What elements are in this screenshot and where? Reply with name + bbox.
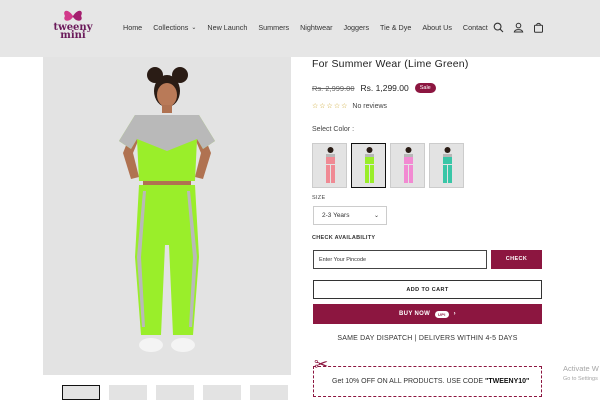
nav-label: Home xyxy=(123,23,143,32)
chevron-down-icon: ⌄ xyxy=(373,213,379,219)
nav-label: New Launch xyxy=(207,23,248,32)
nav-item-summers[interactable]: Summers xyxy=(258,23,289,32)
watermark-line-2: Go to Settings xyxy=(563,376,598,382)
nav-label: Collections xyxy=(153,23,189,32)
swatch-image xyxy=(404,147,413,183)
sale-price: Rs. 1,299.00 xyxy=(360,83,409,93)
product-title: For Summer Wear (Lime Green) xyxy=(312,58,469,70)
color-swatch-teal[interactable] xyxy=(429,143,464,188)
coupon-banner: Get 10% OFF ON ALL PRODUCTS. USE CODE "T… xyxy=(313,366,542,397)
thumbnail[interactable] xyxy=(156,385,194,400)
coupon-text: Get 10% OFF ON ALL PRODUCTS. USE CODE xyxy=(332,378,485,385)
nav-label: Contact xyxy=(462,23,488,32)
swatch-image xyxy=(365,147,374,183)
compare-price: Rs. 2,999.00 xyxy=(312,83,355,93)
check-button[interactable]: CHECK xyxy=(491,250,542,269)
coupon-code[interactable]: "TWEENY10" xyxy=(485,378,529,385)
chevron-down-icon: ⌄ xyxy=(191,25,197,31)
nav-label: Nightwear xyxy=(300,23,333,32)
star-rating-icon: ☆☆☆☆☆ xyxy=(312,103,349,110)
thumbnail-strip xyxy=(62,385,288,400)
nav-item-contact[interactable]: Contact xyxy=(463,23,488,32)
nav-item-collections[interactable]: Collections ⌄ xyxy=(153,23,196,32)
dispatch-info: SAME DAY DISPATCH | DELIVERS WITHIN 4-5 … xyxy=(337,335,518,342)
size-select[interactable]: 2-3 Years ⌄ xyxy=(313,206,387,225)
product-main-image[interactable] xyxy=(43,57,291,375)
thumbnail[interactable] xyxy=(250,385,288,400)
nav-item-joggers[interactable]: Joggers xyxy=(343,23,369,32)
search-icon[interactable] xyxy=(493,22,504,33)
add-to-cart-button[interactable]: ADD TO CART xyxy=(313,280,542,299)
rating-row[interactable]: ☆☆☆☆☆ No reviews xyxy=(312,102,388,111)
reviews-text: No reviews xyxy=(352,102,388,110)
color-swatch-pink[interactable] xyxy=(312,143,347,188)
pincode-input[interactable]: Enter Your Pincode xyxy=(313,250,487,269)
logo-text: tweeny mini xyxy=(52,23,94,41)
nav-item-about-us[interactable]: About Us xyxy=(422,23,452,32)
nav-item-new-launch[interactable]: New Launch xyxy=(207,23,247,32)
logo-line-2: mini xyxy=(60,30,86,41)
availability-label: CHECK AVAILABILITY xyxy=(312,235,376,241)
thumbnail[interactable] xyxy=(62,385,100,400)
account-icon[interactable] xyxy=(513,22,524,33)
buy-now-button[interactable]: BUY NOW UPI › xyxy=(313,304,542,324)
size-label: SIZE xyxy=(312,195,326,201)
scissors-icon: ✂ xyxy=(314,355,329,374)
thumbnail[interactable] xyxy=(203,385,241,400)
swatch-image xyxy=(443,147,452,183)
color-label: Select Color : xyxy=(312,126,355,133)
color-swatch-lime-green[interactable] xyxy=(351,143,386,188)
nav-label: Joggers xyxy=(343,23,370,32)
size-value: 2-3 Years xyxy=(322,212,350,219)
thumbnail[interactable] xyxy=(109,385,147,400)
nav-item-home[interactable]: Home xyxy=(123,23,142,32)
product-page: tweeny mini Home Collections ⌄ New Launch… xyxy=(0,0,600,400)
sale-badge: Sale xyxy=(414,83,436,93)
site-header: tweeny mini Home Collections ⌄ New Launch… xyxy=(0,0,600,57)
header-icons xyxy=(493,22,544,33)
nav-item-tie-dye[interactable]: Tie & Dye xyxy=(380,23,411,32)
nav-label: About Us xyxy=(422,23,452,32)
logo[interactable]: tweeny mini xyxy=(52,8,94,48)
color-swatches xyxy=(312,143,464,188)
main-nav: Home Collections ⌄ New Launch Summers Nig… xyxy=(123,23,499,32)
nav-label: Summers xyxy=(258,23,290,32)
cart-icon[interactable] xyxy=(533,22,544,33)
watermark-line-1: Activate W xyxy=(563,364,599,373)
swatch-image xyxy=(326,147,335,183)
chevron-right-icon: › xyxy=(453,311,456,317)
payment-methods-badge: UPI xyxy=(435,310,449,318)
nav-label: Tie & Dye xyxy=(380,23,412,32)
nav-item-nightwear[interactable]: Nightwear xyxy=(300,23,332,32)
price-row: Rs. 2,999.00 Rs. 1,299.00 Sale xyxy=(312,83,436,93)
buy-now-label: BUY NOW xyxy=(399,311,431,317)
os-activation-watermark: Activate W Go to Settings xyxy=(563,364,599,384)
product-photo xyxy=(119,67,215,352)
color-swatch-light-pink[interactable] xyxy=(390,143,425,188)
